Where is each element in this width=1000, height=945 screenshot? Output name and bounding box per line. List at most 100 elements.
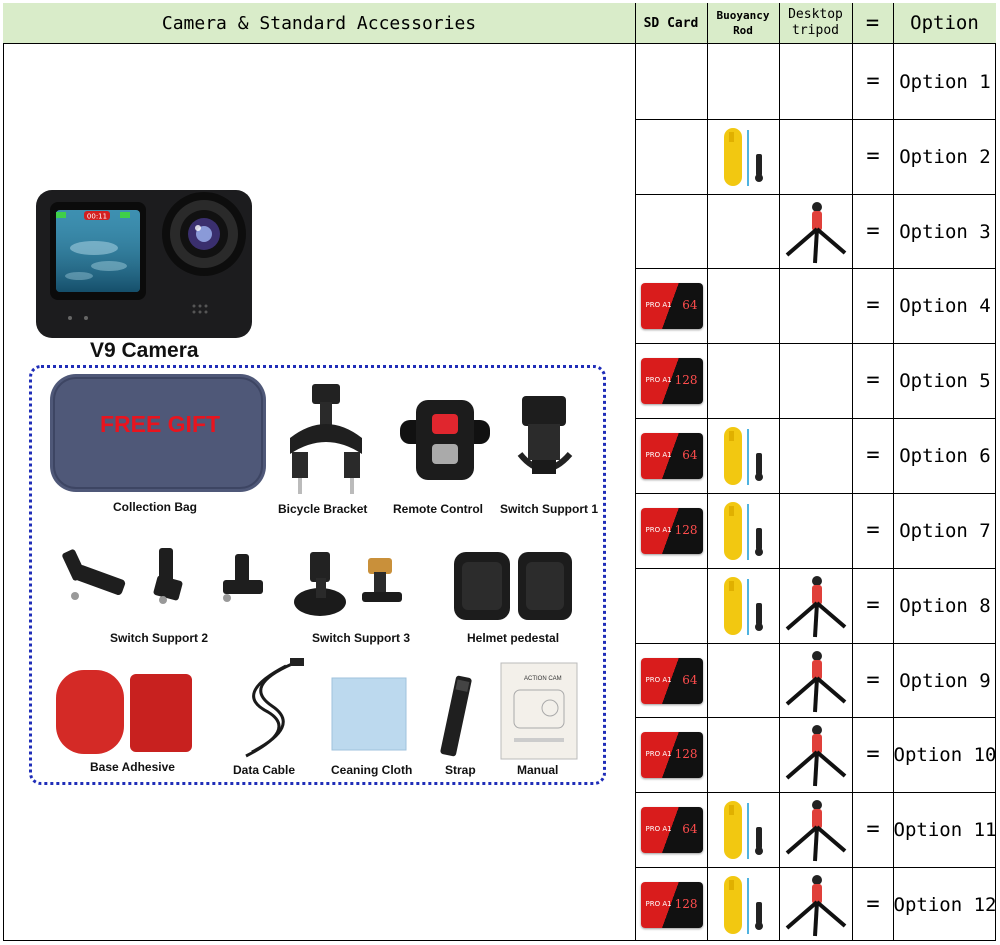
equals-cell: = <box>853 792 893 867</box>
sd-card-cell <box>636 194 707 269</box>
desktop-tripod-cell <box>780 343 852 418</box>
equals-cell: = <box>853 867 893 942</box>
option-cell: Option 6 <box>894 418 996 493</box>
equals-sign: = <box>866 69 880 94</box>
sd-card-brand: PRO A1 <box>645 300 672 309</box>
manual-image: ACTION CAM <box>500 662 578 760</box>
desktop-tripod-cell <box>780 493 852 568</box>
sd-card-cell: PRO A1 64 <box>636 792 707 867</box>
caption-switch-support-2: Switch Support 2 <box>110 631 209 645</box>
desktop-tripod-icon <box>785 201 847 263</box>
buoyancy-rod-icon <box>723 576 763 635</box>
sd-card-icon: PRO A1 64 <box>640 657 703 704</box>
bag-gift-text: FREE GIFT <box>100 411 220 437</box>
equals-sign: = <box>866 293 880 318</box>
option-label: Option 2 <box>899 145 991 168</box>
buoyancy-rod-cell <box>708 792 779 867</box>
manual-cover-text: ACTION CAM <box>524 676 562 682</box>
option-label: Option 6 <box>899 444 991 467</box>
caption-bicycle-bracket: Bicycle Bracket <box>278 502 368 516</box>
switch-support-1-image <box>517 396 573 474</box>
header-option: Option <box>893 3 996 44</box>
equals-cell: = <box>853 568 893 643</box>
equals-sign: = <box>866 219 880 244</box>
equals-sign: = <box>866 443 880 468</box>
sd-card-brand: PRO A1 <box>645 824 672 833</box>
sd-card-cell <box>636 44 707 119</box>
desktop-tripod-icon <box>785 575 847 637</box>
buoyancy-rod-cell <box>708 867 779 942</box>
option-cell: Option 4 <box>894 268 996 343</box>
desktop-tripod-cell <box>780 717 852 792</box>
option-cell: Option 7 <box>894 493 996 568</box>
option-label: Option 3 <box>899 220 991 243</box>
sd-card-cell: PRO A1 128 <box>636 867 707 942</box>
buoyancy-rod-cell <box>708 343 779 418</box>
buoyancy-rod-cell <box>708 643 779 718</box>
equals-cell: = <box>853 44 893 119</box>
switch-support-3-image <box>294 552 402 616</box>
option-cell: Option 9 <box>894 643 996 718</box>
caption-base-adhesive: Base Adhesive <box>90 760 175 774</box>
sd-card-icon: PRO A1 128 <box>640 507 703 554</box>
buoyancy-rod-icon <box>723 426 763 485</box>
buoyancy-rod-cell <box>708 119 779 194</box>
option-label: Option 7 <box>899 519 991 542</box>
sd-card-icon: PRO A1 64 <box>640 432 703 479</box>
option-cell: Option 10 <box>893 717 997 792</box>
sd-card-brand: PRO A1 <box>645 899 672 908</box>
sd-card-brand: PRO A1 <box>645 749 672 758</box>
sd-card-capacity: 64 <box>682 821 698 836</box>
caption-collection-bag: Collection Bag <box>113 500 198 514</box>
strap-image <box>440 675 472 757</box>
camera-label: V9 Camera <box>90 339 199 362</box>
caption-data-cable: Data Cable <box>233 763 296 777</box>
caption-switch-support-1: Switch Support 1 <box>500 502 599 516</box>
option-cell: Option 1 <box>894 44 996 119</box>
sd-card-capacity: 128 <box>674 896 698 911</box>
option-cell: Option 5 <box>894 343 996 418</box>
buoyancy-rod-icon <box>723 875 763 934</box>
cleaning-cloth-image <box>331 677 407 751</box>
sd-card-icon: PRO A1 128 <box>640 357 703 404</box>
buoyancy-rod-cell <box>708 418 779 493</box>
buoyancy-rod-cell <box>708 268 779 343</box>
sd-card-capacity: 128 <box>674 522 698 537</box>
desktop-tripod-cell <box>780 643 852 718</box>
equals-sign: = <box>866 518 880 543</box>
option-cell: Option 2 <box>894 119 996 194</box>
option-label: Option 10 <box>893 743 997 766</box>
equals-sign: = <box>866 892 880 917</box>
buoyancy-rod-cell <box>708 44 779 119</box>
sd-card-cell: PRO A1 128 <box>636 717 707 792</box>
base-adhesive-image <box>56 670 192 754</box>
equals-sign: = <box>866 668 880 693</box>
equals-cell: = <box>853 418 893 493</box>
caption-manual: Manual <box>517 763 559 777</box>
equals-sign: = <box>866 742 880 767</box>
switch-support-2-image <box>62 548 263 604</box>
equals-cell: = <box>853 493 893 568</box>
caption-switch-support-3: Switch Support 3 <box>312 631 411 645</box>
option-label: Option 12 <box>893 893 997 916</box>
desktop-tripod-icon <box>785 799 847 861</box>
option-label: Option 9 <box>899 669 991 692</box>
option-label: Option 4 <box>899 294 991 317</box>
camera-screen-time: 00:11 <box>87 213 107 221</box>
option-cell: Option 12 <box>893 867 997 942</box>
header-equals: = <box>852 3 894 44</box>
caption-helmet-pedestal: Helmet pedestal <box>467 631 560 645</box>
equals-cell: = <box>853 194 893 269</box>
desktop-tripod-cell <box>780 418 852 493</box>
sd-card-capacity: 64 <box>682 297 698 312</box>
equals-sign: = <box>866 593 880 618</box>
option-label: Option 11 <box>893 818 997 841</box>
desktop-tripod-cell <box>780 194 852 269</box>
buoyancy-rod-cell <box>708 717 779 792</box>
equals-sign: = <box>866 144 880 169</box>
equals-cell: = <box>853 343 893 418</box>
equals-cell: = <box>853 119 893 194</box>
sd-card-cell: PRO A1 128 <box>636 343 707 418</box>
option-cell: Option 3 <box>894 194 996 269</box>
equals-cell: = <box>853 717 893 792</box>
